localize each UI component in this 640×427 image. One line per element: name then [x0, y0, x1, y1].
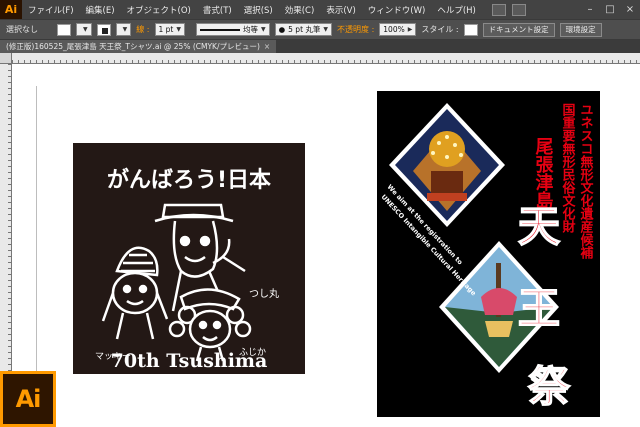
stroke-dropdown-icon[interactable]: ▼: [115, 23, 132, 36]
ruler-corner[interactable]: [0, 53, 12, 64]
minimize-icon[interactable]: –: [580, 0, 600, 19]
menu-select[interactable]: 選択(S): [238, 4, 279, 16]
brush-value: 5 pt 丸筆: [288, 25, 321, 34]
menu-effect[interactable]: 効果(C): [279, 4, 321, 16]
brush-dropdown[interactable]: ● 5 pt 丸筆 ▼: [274, 23, 333, 36]
bridge-button[interactable]: [491, 3, 506, 16]
fill-swatch[interactable]: [57, 23, 71, 36]
horizontal-ruler[interactable]: [12, 53, 640, 64]
menu-view[interactable]: 表示(V): [320, 4, 361, 16]
poster-big2: 王: [518, 284, 560, 333]
menu-object[interactable]: オブジェクト(O): [121, 4, 197, 16]
char-right-label: つし丸: [249, 287, 279, 300]
illustrator-logo-badge: Ai: [0, 371, 56, 427]
tshirt-design-mascots[interactable]: がんばろう!日本 つし丸 マッキー ふじか 70th Tsushima: [73, 143, 305, 374]
style-label: スタイル :: [421, 25, 459, 34]
document-setup-button[interactable]: ドキュメント設定: [482, 22, 555, 37]
stroke-line-icon: [199, 28, 240, 31]
menu-edit[interactable]: 編集(E): [80, 4, 121, 16]
opacity-label[interactable]: 不透明度 :: [337, 24, 374, 35]
preferences-button[interactable]: 環境設定: [559, 22, 602, 37]
document-tab-title: (修正版)160525_尾張津島 天王祭_Tシャツ.ai @ 25% (CMYK…: [6, 42, 260, 51]
poster-big1: 天: [518, 202, 560, 251]
document-tab-bar: (修正版)160525_尾張津島 天王祭_Tシャツ.ai @ 25% (CMYK…: [0, 40, 640, 53]
design-footer: 70th Tsushima: [111, 350, 268, 372]
arrange-documents-button[interactable]: [511, 3, 526, 16]
tenno-festival-poster[interactable]: ユネスコ無形文化遺産候補 国重要無形民俗文化財 尾張津島 天 王 祭 We ai…: [377, 91, 600, 417]
menu-extra-controls: [491, 3, 526, 16]
stroke-weight-value: 1 pt: [158, 25, 174, 34]
stroke-style-dropdown[interactable]: 均等 ▼: [195, 23, 270, 36]
brush-dot-icon: ●: [278, 25, 286, 34]
poster-big3: 祭: [528, 362, 571, 411]
close-icon[interactable]: ×: [620, 0, 640, 19]
stroke-swatch[interactable]: [96, 23, 111, 36]
control-bar: 選択なし ▼ ▼ 線 : 1 pt ▼ 均等 ▼ ● 5 pt 丸筆 ▼ 不透明度 : …: [0, 19, 640, 40]
poster-title: 天 王 祭: [517, 201, 572, 412]
poster-line3: 尾張津島: [533, 137, 554, 210]
opacity-value: 100%: [383, 25, 405, 34]
menu-type[interactable]: 書式(T): [197, 4, 238, 16]
app-logo: Ai: [0, 0, 22, 19]
document-tab[interactable]: (修正版)160525_尾張津島 天王祭_Tシャツ.ai @ 25% (CMYK…: [0, 40, 277, 53]
menu-file[interactable]: ファイル(F): [22, 4, 80, 16]
stroke-label[interactable]: 線 :: [136, 24, 149, 35]
stroke-style-value: 均等: [242, 25, 258, 34]
tab-close-icon[interactable]: ×: [264, 42, 270, 51]
design-heading: がんばろう!日本: [107, 167, 271, 193]
poster-line2: 国重要無形民俗文化財: [560, 103, 577, 234]
fill-dropdown-icon[interactable]: ▼: [76, 23, 92, 36]
makkey-character: [101, 246, 169, 340]
opacity-field[interactable]: 100% ▶: [379, 23, 417, 36]
stroke-weight-field[interactable]: 1 pt ▼: [154, 23, 185, 36]
maximize-icon[interactable]: □: [600, 0, 620, 19]
poster-artwork: ユネスコ無形文化遺産候補 国重要無形民俗文化財 尾張津島 天 王 祭 We ai…: [380, 103, 595, 412]
poster-line1: ユネスコ無形文化遺産候補: [578, 103, 595, 260]
window-controls: – □ ×: [580, 0, 640, 19]
badge-label: Ai: [15, 385, 42, 413]
menu-help[interactable]: ヘルプ(H): [431, 4, 482, 16]
menu-window[interactable]: ウィンドウ(W): [362, 4, 432, 16]
mascot-illustration: がんばろう!日本 つし丸 マッキー ふじか 70th Tsushima: [95, 167, 279, 372]
style-swatch[interactable]: [463, 23, 478, 36]
canvas[interactable]: がんばろう!日本 つし丸 マッキー ふじか 70th Tsushima ユネスコ…: [12, 64, 640, 427]
menu-bar: Ai ファイル(F) 編集(E) オブジェクト(O) 書式(T) 選択(S) 効…: [0, 0, 640, 19]
selection-status: 選択なし: [6, 25, 38, 34]
